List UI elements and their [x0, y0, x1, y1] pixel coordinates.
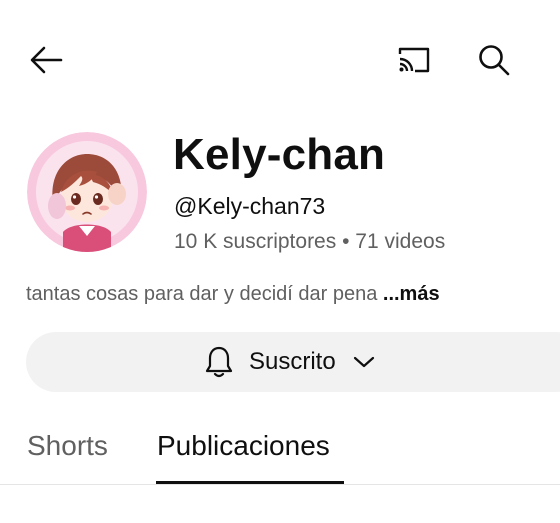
video-count: 71 videos — [355, 230, 446, 253]
subscribed-label: Suscrito — [249, 348, 336, 375]
arrow-left-icon — [30, 46, 63, 74]
subscriber-count: 10 K suscriptores — [174, 230, 337, 253]
subscribed-button[interactable]: Suscrito — [26, 332, 560, 392]
tab-shorts[interactable]: Shorts — [27, 430, 108, 462]
back-button[interactable] — [22, 38, 70, 82]
tabs-divider — [0, 484, 560, 485]
cast-icon — [398, 47, 430, 73]
description-text: tantas cosas para dar y decidí dar pena — [26, 283, 378, 305]
channel-name: Kely-chan — [173, 130, 386, 179]
tab-publicaciones[interactable]: Publicaciones — [157, 430, 330, 462]
channel-stats: 10 K suscriptores • 71 videos — [174, 230, 445, 254]
bell-icon — [205, 346, 233, 378]
stats-separator: • — [342, 230, 350, 253]
subscribed-button-content: Suscrito — [204, 332, 376, 392]
search-button[interactable] — [470, 38, 518, 82]
channel-avatar[interactable] — [27, 132, 147, 252]
avatar-image — [27, 132, 147, 252]
chevron-down-icon — [353, 356, 374, 368]
channel-handle: @Kely-chan73 — [174, 193, 326, 219]
more-link[interactable]: ...más — [383, 283, 440, 305]
channel-description[interactable]: tantas cosas para dar y decidí dar pena … — [26, 283, 440, 306]
cast-button[interactable] — [390, 38, 438, 82]
search-icon — [479, 45, 510, 76]
